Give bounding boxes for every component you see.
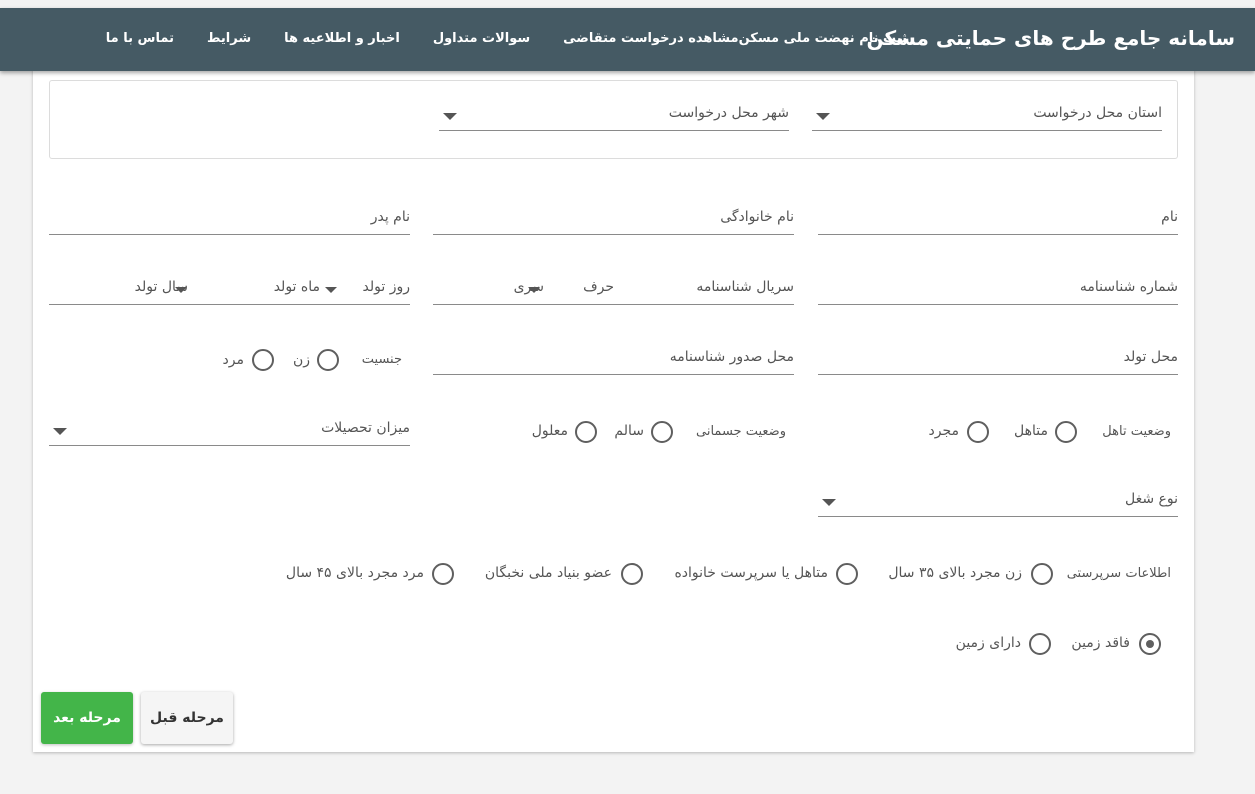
- site-title[interactable]: سامانه جامع طرح های حمایتی مسکن: [867, 26, 1236, 50]
- province-label: استان محل درخواست: [1033, 105, 1162, 121]
- gender-male-label[interactable]: مرد: [223, 352, 244, 368]
- id-serial-label[interactable]: سریال شناسنامه: [696, 279, 794, 295]
- top-navbar: سامانه جامع طرح های حمایتی مسکن ثبت نام …: [0, 8, 1255, 71]
- next-step-button[interactable]: مرحله بعد: [41, 692, 133, 744]
- land-owned-radio[interactable]: [1029, 633, 1051, 655]
- physical-healthy-radio[interactable]: [651, 421, 673, 443]
- guardianship-married-label[interactable]: متاهل یا سرپرست خانواده: [674, 565, 828, 581]
- education-select[interactable]: میزان تحصیلات: [49, 416, 410, 446]
- first-name-field[interactable]: نام: [818, 205, 1178, 235]
- nav-item-faq[interactable]: سوالات متداول: [433, 31, 530, 46]
- guardianship-married-radio[interactable]: [836, 563, 858, 585]
- physical-healthy-label[interactable]: سالم: [614, 423, 644, 439]
- id-number-label: شماره شناسنامه: [1079, 279, 1178, 295]
- nav-item-view-request[interactable]: مشاهده درخواست متقاضی: [563, 31, 738, 46]
- education-label: میزان تحصیلات: [321, 420, 410, 436]
- birth-place-field[interactable]: محل تولد: [818, 345, 1178, 375]
- physical-disabled-radio[interactable]: [575, 421, 597, 443]
- nav-item-news[interactable]: اخبار و اطلاعیه ها: [284, 31, 400, 46]
- city-select[interactable]: شهر محل درخواست: [439, 101, 789, 131]
- first-name-label: نام: [1161, 209, 1178, 225]
- gender-male-radio[interactable]: [252, 349, 274, 371]
- last-name-label: نام خانوادگی: [720, 209, 794, 225]
- nav-item-terms[interactable]: شرایط: [207, 31, 251, 46]
- province-dropdown-arrow-icon: [816, 113, 830, 120]
- birth-date-group: روز تولد ماه تولد سال تولد: [49, 275, 410, 305]
- id-letter-label[interactable]: حرف: [583, 279, 614, 295]
- id-serial-group: سریال شناسنامه حرف سری: [433, 275, 794, 305]
- birth-place-label: محل تولد: [1123, 349, 1178, 365]
- guardianship-single-woman-radio[interactable]: [1031, 563, 1053, 585]
- marital-married-radio[interactable]: [1055, 421, 1077, 443]
- gender-female-radio[interactable]: [317, 349, 339, 371]
- birth-month-label[interactable]: ماه تولد: [274, 279, 320, 295]
- issue-place-label: محل صدور شناسنامه: [669, 349, 794, 365]
- nav-item-contact[interactable]: تماس با ما: [106, 31, 174, 46]
- marital-single-label[interactable]: مجرد: [929, 423, 960, 439]
- city-label: شهر محل درخواست: [668, 105, 789, 121]
- land-none-label[interactable]: فاقد زمین: [1071, 635, 1130, 651]
- job-type-dropdown-arrow-icon: [822, 499, 836, 506]
- marital-married-label[interactable]: متاهل: [1014, 423, 1048, 439]
- guardianship-elite-label[interactable]: عضو بنیاد ملی نخبگان: [485, 565, 612, 581]
- father-name-label: نام پدر: [370, 209, 410, 225]
- job-type-label: نوع شغل: [1124, 491, 1178, 507]
- job-type-select[interactable]: نوع شغل: [818, 487, 1178, 517]
- guardianship-single-man-label[interactable]: مرد مجرد بالای ۴۵ سال: [286, 565, 424, 581]
- father-name-field[interactable]: نام پدر: [49, 205, 410, 235]
- last-name-field[interactable]: نام خانوادگی: [433, 205, 794, 235]
- guardianship-elite-radio[interactable]: [621, 563, 643, 585]
- guardianship-single-woman-label[interactable]: زن مجرد بالای ۳۵ سال: [888, 565, 1022, 581]
- city-dropdown-arrow-icon: [443, 113, 457, 120]
- birth-month-dropdown-arrow-icon[interactable]: [325, 287, 337, 293]
- id-series-dropdown-arrow-icon[interactable]: [528, 287, 540, 293]
- gender-female-label[interactable]: زن: [293, 352, 310, 368]
- province-select[interactable]: استان محل درخواست: [812, 101, 1162, 131]
- gender-label: جنسیت: [361, 352, 402, 367]
- previous-step-button[interactable]: مرحله قبل: [141, 692, 233, 744]
- marital-status-label: وضعیت تاهل: [1102, 424, 1171, 439]
- location-section: استان محل درخواست شهر محل درخواست: [49, 80, 1178, 159]
- birth-day-label[interactable]: روز تولد: [363, 279, 410, 295]
- guardianship-label: اطلاعات سرپرستی: [1066, 566, 1171, 581]
- physical-disabled-label[interactable]: معلول: [532, 423, 568, 439]
- issue-place-field[interactable]: محل صدور شناسنامه: [433, 345, 794, 375]
- guardianship-single-man-radio[interactable]: [432, 563, 454, 585]
- physical-status-label: وضعیت جسمانی: [696, 424, 786, 439]
- land-none-radio[interactable]: [1139, 633, 1161, 655]
- education-dropdown-arrow-icon: [53, 428, 67, 435]
- nav-item-national-housing-signup[interactable]: ثبت نام نهضت ملی مسکن: [739, 31, 907, 46]
- form-card: استان محل درخواست شهر محل درخواست نام نا…: [33, 60, 1194, 752]
- id-number-field[interactable]: شماره شناسنامه: [818, 275, 1178, 305]
- main-nav: ثبت نام نهضت ملی مسکن مشاهده درخواست متق…: [73, 31, 907, 46]
- marital-single-radio[interactable]: [967, 421, 989, 443]
- birth-year-dropdown-arrow-icon[interactable]: [175, 287, 187, 293]
- land-owned-label[interactable]: دارای زمین: [956, 635, 1021, 651]
